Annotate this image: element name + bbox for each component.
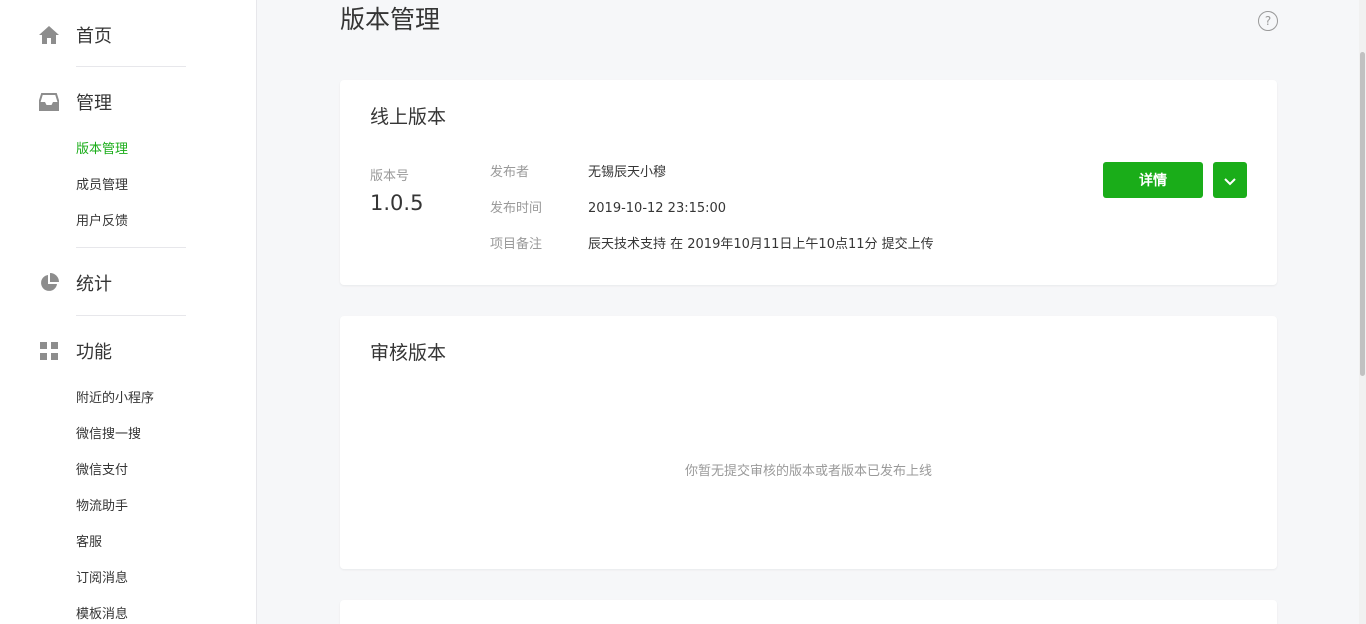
divider	[76, 315, 186, 316]
divider	[76, 66, 186, 67]
sidebar-item-subscribe-message[interactable]: 订阅消息	[76, 570, 128, 588]
sidebar-item-nearby-miniprogram[interactable]: 附近的小程序	[76, 390, 154, 408]
sidebar-item-label: 统计	[76, 274, 112, 295]
card-title: 线上版本	[370, 106, 447, 128]
scrollbar-thumb[interactable]	[1360, 52, 1365, 376]
card-title: 审核版本	[370, 342, 447, 364]
publish-time-label: 发布时间	[490, 201, 543, 216]
publish-time-value: 2019-10-12 23:15:00	[588, 201, 727, 216]
online-version-card: 线上版本 版本号 1.0.5 发布者 无锡辰天小穆 发布时间 2019-10-1…	[340, 80, 1277, 285]
page-title: 版本管理	[340, 5, 441, 34]
sidebar-item-logistics[interactable]: 物流助手	[76, 498, 128, 516]
sidebar-item-wechat-pay[interactable]: 微信支付	[76, 462, 128, 480]
empty-state-text: 你暂无提交审核的版本或者版本已发布上线	[684, 464, 932, 479]
detail-button[interactable]: 详情	[1103, 162, 1203, 198]
sidebar-item-features[interactable]: 功能	[38, 338, 112, 364]
publisher-value: 无锡辰天小穆	[588, 165, 667, 180]
publisher-label: 发布者	[490, 165, 530, 180]
grid-icon	[38, 340, 60, 362]
sidebar: 首页 管理 版本管理 成员管理 用户反馈 统计 功能 附近的小程序 微信搜一搜 …	[0, 0, 257, 624]
sidebar-item-label: 首页	[76, 26, 112, 47]
chevron-down-icon	[1224, 171, 1236, 190]
sidebar-item-customer-service[interactable]: 客服	[76, 534, 102, 552]
sidebar-item-label: 管理	[76, 93, 112, 114]
sidebar-item-wechat-search[interactable]: 微信搜一搜	[76, 426, 141, 444]
sidebar-item-stats[interactable]: 统计	[38, 270, 112, 296]
version-number: 1.0.5	[370, 191, 424, 215]
note-value: 辰天技术支持 在 2019年10月11日上午10点11分 提交上传	[588, 237, 934, 252]
divider	[76, 247, 186, 248]
inbox-icon	[38, 91, 60, 113]
help-icon[interactable]: ?	[1258, 11, 1278, 31]
review-version-card: 审核版本 你暂无提交审核的版本或者版本已发布上线	[340, 316, 1277, 569]
sidebar-item-template-message[interactable]: 模板消息	[76, 606, 128, 624]
sidebar-item-user-feedback[interactable]: 用户反馈	[76, 213, 128, 231]
sidebar-item-manage[interactable]: 管理	[38, 89, 112, 115]
home-icon	[38, 24, 60, 46]
pie-chart-icon	[38, 272, 60, 294]
dev-version-card	[340, 600, 1277, 624]
note-label: 项目备注	[490, 237, 543, 252]
sidebar-item-label: 功能	[76, 342, 112, 363]
version-label: 版本号	[370, 169, 410, 184]
sidebar-item-version-manage[interactable]: 版本管理	[76, 141, 128, 159]
sidebar-item-member-manage[interactable]: 成员管理	[76, 177, 128, 195]
more-actions-button[interactable]	[1213, 162, 1247, 198]
sidebar-item-home[interactable]: 首页	[38, 22, 112, 48]
